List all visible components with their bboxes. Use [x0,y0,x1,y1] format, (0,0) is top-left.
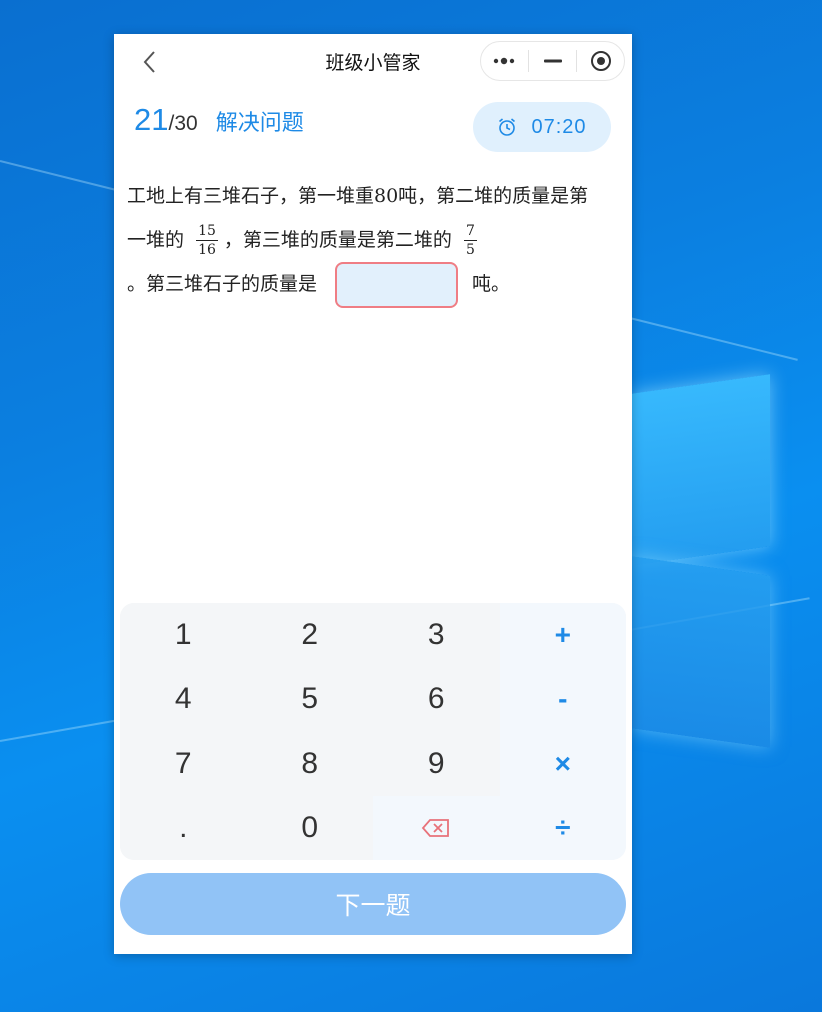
capsule-menu [480,41,625,81]
alarm-clock-icon [499,118,516,136]
fraction-7-5: 7 5 [463,223,477,258]
key-5[interactable]: 5 [246,667,373,732]
key-4[interactable]: 4 [120,667,247,732]
fraction-numerator: 7 [463,223,477,241]
key-dot[interactable]: . [120,795,247,860]
timer-badge: 07:20 [473,102,611,152]
key-3[interactable]: 3 [373,603,500,668]
key-1[interactable]: 1 [120,603,247,668]
fraction-numerator: 15 [196,223,218,241]
question-part: 吨。 [472,273,511,295]
fraction-denominator: 5 [465,242,475,258]
question-header: 21 /30 解决问题 07:20 [114,90,632,154]
key-0[interactable]: 0 [246,795,373,860]
more-button[interactable] [481,42,528,80]
more-dots-icon [493,57,514,65]
key-plus[interactable]: + [499,603,626,668]
backspace-icon [422,818,450,837]
next-question-button[interactable]: 下一题 [120,873,626,935]
fraction-15-16: 15 16 [196,224,218,258]
key-9[interactable]: 9 [373,731,500,796]
key-backspace[interactable] [373,795,500,860]
current-question-number: 21 [134,102,169,137]
key-2[interactable]: 2 [246,603,373,668]
fraction-denominator: 16 [198,242,216,258]
question-part: ，第三堆的质量是第二堆的 [223,229,452,251]
windows-logo-pane [632,556,770,748]
key-minus[interactable]: - [499,667,626,732]
key-7[interactable]: 7 [120,731,247,796]
key-times[interactable]: × [499,731,626,796]
timer-text: 07:20 [531,115,587,138]
key-divide[interactable]: ÷ [499,795,626,860]
progress-indicator: 21 /30 解决问题 [134,102,304,138]
title-bar: 班级小管家 [114,34,632,90]
windows-logo-pane [632,374,770,566]
question-part: 。第三堆石子的质量是 [127,273,318,295]
close-button[interactable] [577,42,624,80]
close-target-icon [590,51,611,71]
total-questions: /30 [168,112,198,135]
minimize-button[interactable] [529,42,576,80]
key-8[interactable]: 8 [246,731,373,796]
question-text: 工地上有三堆石子，第一堆重80吨，第二堆的质量是第一堆的 15 16 ，第三堆的… [127,174,607,308]
answer-input[interactable] [335,262,459,308]
question-type: 解决问题 [215,111,304,136]
mini-program-window: 班级小管家 21 /30 解决问题 07:20 工地上有三堆石子，第一堆重80吨… [114,34,632,954]
minimize-icon [543,59,562,63]
number-keypad: 1 2 3 + 4 5 6 - 7 8 9 × . 0 ÷ [120,603,626,860]
key-6[interactable]: 6 [373,667,500,732]
